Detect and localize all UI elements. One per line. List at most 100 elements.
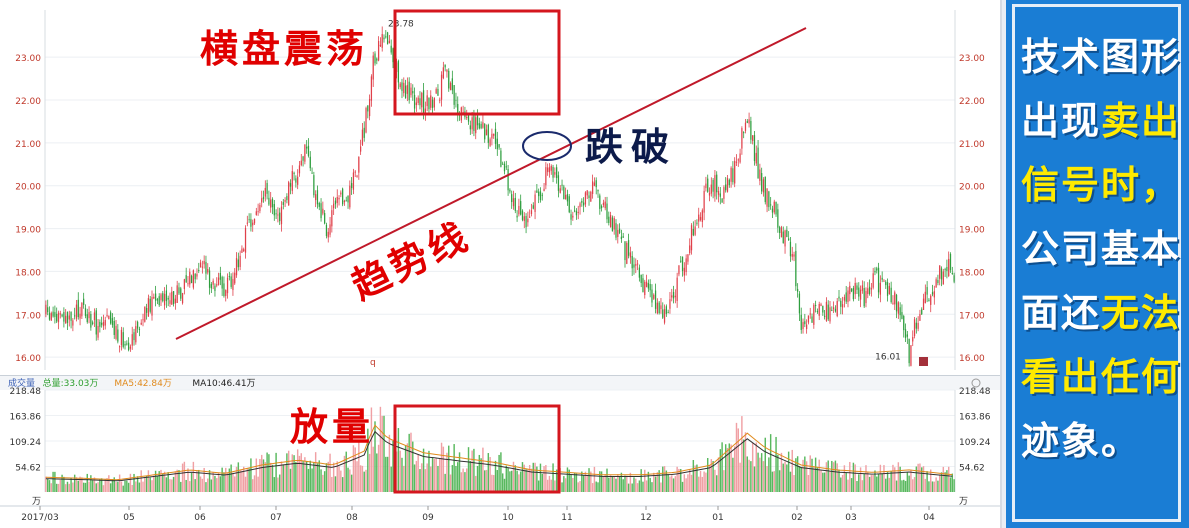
candle-body (167, 297, 169, 300)
candle-body (600, 205, 603, 209)
candle-body (678, 265, 680, 275)
volume-bar (126, 480, 128, 492)
volume-bar (721, 442, 723, 492)
candle-body (766, 188, 768, 207)
volume-bar (183, 461, 186, 492)
volume-bar (885, 478, 887, 492)
candle-body (199, 262, 202, 268)
candle-body (410, 87, 412, 96)
candle-body (264, 187, 266, 197)
volume-bar (602, 476, 605, 492)
candle-body (852, 287, 855, 300)
candle-body (377, 41, 380, 61)
volume-bar (401, 457, 403, 492)
candle-body (455, 99, 457, 101)
volume-bar (347, 467, 349, 492)
candle-body (431, 99, 434, 108)
x-tick: 10 (502, 513, 514, 523)
candle-body (854, 282, 856, 295)
volume-bar (778, 470, 781, 492)
volume-bar (895, 480, 898, 492)
volume-bar (622, 479, 624, 492)
price-tick-left: 17.00 (15, 311, 41, 321)
volume-bar (377, 444, 380, 492)
candle-body (270, 199, 272, 208)
candle-body (804, 321, 806, 325)
candle-body (734, 160, 736, 184)
candle-body (554, 172, 556, 175)
candle-body (924, 291, 926, 304)
candle-body (331, 210, 333, 227)
volume-bar (644, 469, 646, 492)
candle-body (435, 89, 437, 94)
candle-body (901, 312, 903, 319)
volume-bar (320, 469, 322, 492)
volume-bar (385, 456, 387, 492)
volume-bar (856, 481, 858, 492)
volume-bar (88, 481, 90, 492)
volume-bar (938, 474, 941, 492)
high-marker: 23.78 (388, 20, 414, 30)
candle-body (752, 135, 754, 141)
volume-bar (467, 447, 470, 492)
volume-bar (118, 474, 121, 492)
volume-bar (446, 452, 448, 492)
volume-bar (814, 457, 817, 492)
candle-body (944, 269, 946, 271)
volume-bar (573, 472, 576, 492)
volume-bar (431, 457, 434, 492)
volume-bar (426, 463, 428, 492)
candle-body (928, 299, 930, 301)
candle-body (568, 196, 570, 213)
candle-body (859, 289, 862, 300)
candle-body (500, 150, 502, 167)
candle-body (933, 291, 935, 298)
candle-body (322, 208, 324, 214)
volume-bar (733, 446, 736, 492)
candle-body (701, 210, 703, 222)
volume-bar (876, 476, 878, 492)
candle-body (358, 156, 360, 173)
candle-body (93, 312, 96, 320)
candle-body (212, 280, 214, 285)
candle-body (390, 45, 392, 53)
side-panel-text-segment: 出现 (1021, 99, 1102, 143)
volume-bar (207, 478, 209, 492)
candle-body (865, 291, 867, 304)
candle-body (413, 94, 416, 109)
candle-body (282, 202, 284, 205)
candle-body (840, 300, 842, 307)
candle-body (762, 179, 765, 193)
volume-bar (230, 464, 232, 492)
candle-body (897, 302, 899, 314)
volume-bar (640, 469, 642, 492)
side-panel-highlight: 无法 (1101, 291, 1182, 335)
side-panel-highlight: 信号时， (1021, 163, 1182, 207)
candle-body (823, 315, 826, 317)
volume-bar (897, 462, 900, 492)
volume-bar (825, 462, 828, 492)
candle-body (75, 304, 78, 319)
x-tick: 01 (712, 513, 723, 523)
candle-body (829, 307, 831, 322)
candle-body (147, 298, 150, 317)
volume-bar (879, 464, 882, 492)
volume-bar (796, 456, 799, 492)
candle-body (183, 279, 186, 290)
volume-bar (705, 472, 707, 492)
volume-bar (696, 464, 698, 492)
candle-body (352, 172, 355, 190)
candle-body (922, 298, 925, 310)
candle-body (485, 129, 488, 136)
candle-body (144, 306, 146, 322)
volume-bar (611, 475, 614, 492)
volume-legend-item: 成交量 (8, 377, 35, 389)
volume-bar (545, 465, 547, 492)
volume-bar (199, 476, 202, 492)
candle-body (428, 97, 430, 110)
volume-bar (782, 463, 784, 492)
candle-body (79, 313, 81, 319)
candle-body (919, 313, 921, 321)
volume-bar (485, 469, 488, 492)
volume-bar (289, 468, 292, 492)
